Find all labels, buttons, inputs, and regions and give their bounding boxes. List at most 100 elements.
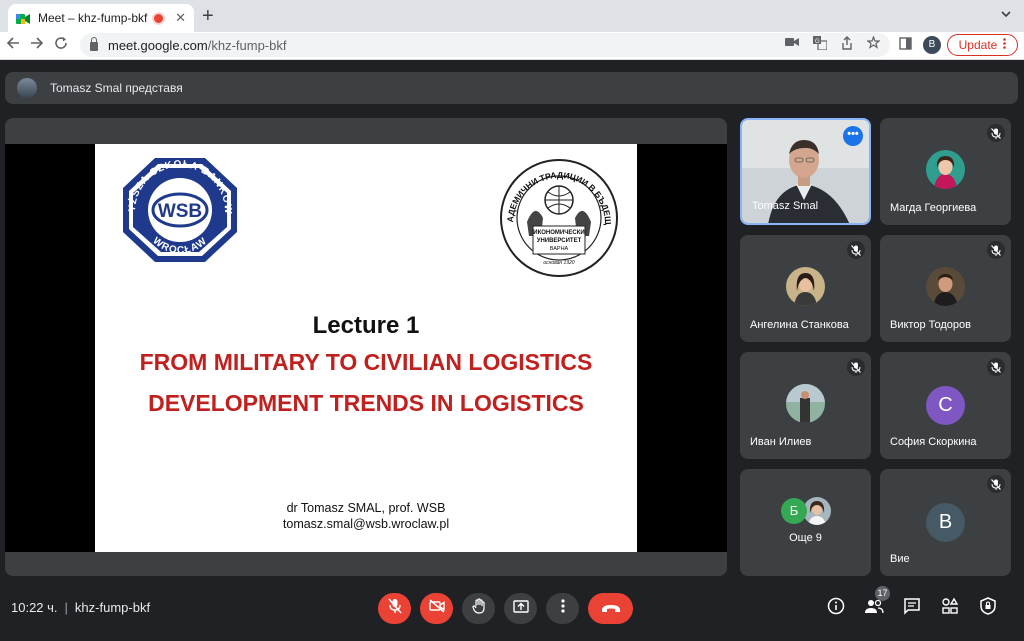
back-arrow-icon[interactable] [6, 36, 20, 55]
author-name: dr Tomasz SMAL, prof. WSB [286, 501, 446, 515]
lecture-title: Lecture 1 [312, 312, 420, 339]
browser-toolbar: meet.google.com/khz-fump-bkf G B Update [0, 32, 1024, 60]
more-vert-icon [560, 599, 565, 618]
svg-text:УНИВЕРСИТЕТ: УНИВЕРСИТЕТ [537, 238, 582, 244]
participant-name: Иван Илиев [750, 436, 812, 448]
svg-text:WSB: WSB [158, 201, 202, 222]
activities-icon [941, 597, 959, 620]
address-bar[interactable]: meet.google.com/khz-fump-bkf G [80, 33, 890, 57]
raise-hand-icon [471, 598, 486, 619]
more-options-button[interactable] [546, 593, 579, 624]
participant-name: Виктор Тодоров [890, 319, 971, 331]
lock-icon[interactable] [90, 37, 98, 51]
participant-tile-viktor[interactable]: Виктор Тодоров [880, 235, 1011, 342]
info-icon [827, 597, 845, 620]
author-email: tomasz.smal@wsb.wroclaw.pl [282, 517, 450, 531]
share-icon[interactable] [841, 36, 853, 53]
mic-off-icon [987, 358, 1005, 376]
slide-author: dr Tomasz SMAL, prof. WSB tomasz.smal@ws… [95, 500, 637, 532]
forward-arrow-icon[interactable] [30, 36, 44, 55]
host-controls-icon [980, 596, 996, 620]
participant-tile-sofia[interactable]: C София Скоркина [880, 352, 1011, 459]
mic-off-icon [847, 241, 865, 259]
meeting-info: 10:22 ч. | khz-fump-bkf [11, 600, 150, 615]
presenting-text: Tomasz Smal представя [50, 81, 183, 95]
star-icon[interactable] [866, 35, 881, 53]
participant-name: Вие [890, 553, 910, 565]
svg-text:ИКОНОМИЧЕСКИ: ИКОНОМИЧЕСКИ [533, 230, 584, 236]
chat-icon [903, 597, 921, 620]
mic-off-icon [987, 124, 1005, 142]
wsb-logo: WYŻSZA SZKOŁA BANKOWA WROCŁAW WSB [115, 150, 237, 262]
participant-initial-avatar: B [926, 503, 965, 542]
reload-icon[interactable] [54, 36, 68, 55]
url-path: /khz-fump-bkf [207, 37, 287, 53]
participant-count-badge: 17 [875, 586, 890, 601]
update-label: Update [958, 38, 998, 52]
participant-photo [786, 267, 825, 306]
close-tab-icon[interactable]: ✕ [175, 10, 186, 26]
university-seal: С АКАДЕМИЧНИ ТРАДИЦИИ В БЪДЕЩЕТО ИКОНОМИ… [499, 152, 618, 277]
tab-search-chevron-icon[interactable] [1000, 8, 1012, 23]
participant-photo [926, 150, 965, 189]
separator: | [64, 600, 68, 615]
mic-off-icon [987, 475, 1005, 493]
translate-icon[interactable]: G [813, 36, 828, 53]
mic-off-icon [987, 241, 1005, 259]
tab-title: Meet – khz-fump-bkf [38, 11, 148, 25]
participant-tile-ivan[interactable]: Иван Илиев [740, 352, 871, 459]
mic-off-icon [847, 358, 865, 376]
camera-off-icon [428, 599, 445, 618]
participant-photo [803, 497, 831, 525]
participant-initial-avatar: C [926, 386, 965, 425]
svg-text:G: G [815, 39, 820, 45]
presentation-stage[interactable]: WYŻSZA SZKOŁA BANKOWA WROCŁAW WSB С АКАД… [5, 118, 727, 576]
url-host: meet.google.com [108, 37, 208, 53]
svg-text:ВАРНА: ВАРНА [550, 246, 569, 252]
participant-name: Магда Георгиева [890, 202, 977, 214]
sidepanel-icon[interactable] [899, 37, 912, 53]
meeting-details-button[interactable] [825, 597, 847, 619]
participant-photo [926, 267, 965, 306]
participant-name: Ангелина Станкова [750, 319, 849, 331]
presenter-avatar [17, 78, 37, 98]
end-call-icon [601, 600, 621, 618]
participant-tile-more[interactable]: Б Още 9 [740, 469, 871, 576]
raise-hand-button[interactable] [462, 593, 495, 624]
camera-icon[interactable] [785, 36, 799, 53]
chat-button[interactable] [901, 597, 923, 619]
participant-tile-magda[interactable]: Магда Георгиева [880, 118, 1011, 225]
svg-text:основан 1920: основан 1920 [543, 260, 575, 266]
present-now-button[interactable] [504, 593, 537, 624]
presenting-bar: Tomasz Smal представя [5, 72, 1018, 104]
participant-photo [786, 384, 825, 423]
browser-tab[interactable]: Meet – khz-fump-bkf ✕ [8, 4, 194, 32]
recording-icon [152, 11, 166, 25]
participant-name: София Скоркина [890, 436, 977, 448]
participant-tile-tomasz-smal[interactable]: ••• Tomasz Smal [740, 118, 871, 225]
participant-initial-avatar: Б [781, 498, 807, 524]
participant-name: Tomasz Smal [752, 200, 819, 212]
profile-avatar[interactable]: B [923, 36, 941, 54]
new-tab-button[interactable]: + [202, 6, 214, 26]
presentation-area: WYŻSZA SZKOŁA BANKOWA WROCŁAW WSB С АКАД… [5, 144, 727, 552]
more-options-button[interactable]: ••• [843, 126, 863, 146]
participant-tile-you[interactable]: B Вие [880, 469, 1011, 576]
leave-call-button[interactable] [588, 593, 633, 624]
participant-tile-angelina[interactable]: Ангелина Станкова [740, 235, 871, 342]
more-vert-icon [1003, 38, 1007, 52]
activities-button[interactable] [939, 597, 961, 619]
camera-toggle-button[interactable] [420, 593, 453, 624]
browser-tabstrip: Meet – khz-fump-bkf ✕ + [0, 0, 1024, 32]
slide: WYŻSZA SZKOŁA BANKOWA WROCŁAW WSB С АКАД… [95, 144, 637, 552]
mic-toggle-button[interactable] [378, 593, 411, 624]
update-button[interactable]: Update [947, 34, 1018, 56]
meet-favicon [16, 12, 30, 24]
clock-time: 10:22 ч. [11, 600, 58, 615]
meeting-code: khz-fump-bkf [74, 600, 151, 615]
host-controls-button[interactable] [977, 596, 999, 620]
slide-heading-2: DEVELOPMENT TRENDS IN LOGISTICS [148, 390, 584, 416]
mic-off-icon [387, 598, 402, 619]
slide-heading-1: FROM MILITARY TO CIVILIAN LOGISTICS [139, 349, 593, 375]
participant-name: Още 9 [789, 532, 822, 544]
